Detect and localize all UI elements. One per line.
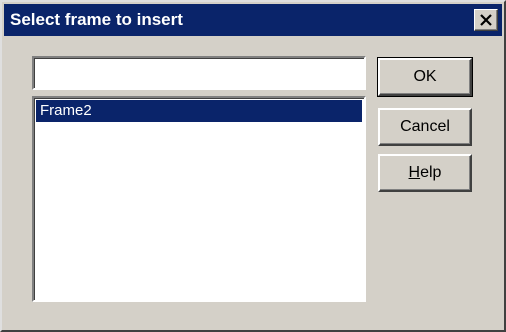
help-button[interactable]: Help — [378, 154, 472, 192]
help-label-rest: elp — [420, 164, 442, 181]
ok-button[interactable]: OK — [377, 57, 473, 97]
list-item-frame2[interactable]: Frame2 — [36, 100, 362, 122]
close-button[interactable] — [474, 9, 498, 31]
title-bar[interactable]: Select frame to insert — [4, 4, 502, 36]
frame-name-input[interactable] — [32, 56, 366, 90]
help-accelerator: H — [408, 164, 421, 181]
cancel-button[interactable]: Cancel — [378, 108, 472, 146]
frame-listbox[interactable]: Frame2 — [32, 96, 366, 302]
close-icon — [480, 14, 492, 26]
select-frame-dialog: Select frame to insert Frame2 OK Cancel … — [0, 0, 506, 332]
dialog-title: Select frame to insert — [10, 10, 183, 29]
